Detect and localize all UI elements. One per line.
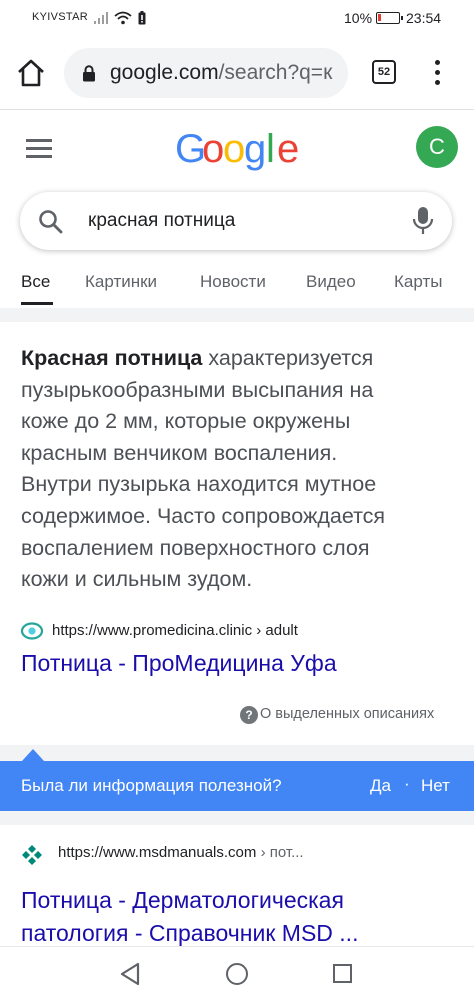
- status-bar: KYIVSTAR 10% 23:54: [0, 0, 474, 36]
- featured-snippet-text: Красная потница характеризуется пузырько…: [21, 343, 461, 596]
- tab-maps[interactable]: Карты: [394, 272, 442, 292]
- battery-icon: [376, 12, 403, 24]
- snippet-line: кожи и сильным зудом.: [21, 567, 253, 592]
- feedback-pointer: [22, 749, 44, 761]
- help-icon: ?: [240, 706, 258, 724]
- msd-favicon: [22, 845, 42, 865]
- microphone-icon[interactable]: [412, 206, 434, 236]
- search-icon[interactable]: [38, 209, 64, 235]
- carrier-name: KYIVSTAR: [32, 11, 88, 23]
- url-text: google.com/search?q=к: [110, 61, 333, 84]
- battery-percent: 10%: [344, 10, 373, 26]
- address-bar[interactable]: google.com/search?q=к: [64, 48, 348, 98]
- more-menu-icon[interactable]: [427, 58, 447, 88]
- system-nav-bar: [0, 946, 474, 1000]
- snippet-line: пузырькообразными высыпания на: [21, 377, 374, 402]
- snippet-line: Внутри пузырька находится мутное: [21, 472, 377, 497]
- source-url: https://www.msdmanuals.com › пот...: [58, 844, 304, 861]
- logo-letter: e: [277, 128, 299, 171]
- search-input[interactable]: красная потница: [88, 210, 235, 232]
- tab-images[interactable]: Картинки: [85, 272, 157, 292]
- snippet-line: красным венчиком воспаления.: [21, 440, 338, 465]
- logo-letter: l: [266, 128, 275, 171]
- feedback-separator: ·: [404, 774, 410, 793]
- wifi-icon: [114, 11, 132, 25]
- logo-letter: o: [202, 128, 224, 171]
- divider: [0, 308, 474, 322]
- search-box[interactable]: красная потница: [20, 192, 452, 250]
- signal-icon: [94, 12, 108, 24]
- logo-letter: o: [223, 128, 245, 171]
- promedicina-favicon: [21, 622, 43, 640]
- menu-icon[interactable]: [26, 139, 52, 159]
- tab-video[interactable]: Видео: [306, 272, 356, 292]
- snippet-line: воспалением поверхностного слоя: [21, 535, 370, 560]
- tab-switcher-button[interactable]: 52: [372, 60, 396, 84]
- logo-letter: g: [244, 128, 266, 171]
- result-title-link[interactable]: Потница - Дерматологическая патология - …: [21, 884, 461, 950]
- snippet-line: коже до 2 мм, которые окружены: [21, 409, 351, 434]
- snippet-line: Красная потница характеризуется: [21, 346, 374, 370]
- home-icon[interactable]: [14, 56, 48, 90]
- active-tab-indicator: [21, 302, 53, 305]
- result-title-link[interactable]: Потница - ПроМедицина Уфа: [21, 650, 337, 677]
- snippet-line: содержимое. Часто сопровождается: [21, 503, 386, 528]
- browser-toolbar: google.com/search?q=к 52: [0, 36, 474, 110]
- google-logo[interactable]: Goog l e: [175, 128, 299, 172]
- feedback-no-button[interactable]: Нет: [421, 776, 450, 796]
- feedback-bar: Была ли информация полезной? Да · Нет: [0, 749, 474, 811]
- recents-icon[interactable]: [333, 964, 352, 983]
- divider: [0, 745, 474, 761]
- clock: 23:54: [406, 10, 442, 26]
- tab-news[interactable]: Новости: [200, 272, 266, 292]
- back-icon[interactable]: [119, 962, 141, 986]
- lock-icon: [83, 65, 95, 82]
- avatar[interactable]: C: [416, 126, 458, 168]
- divider: [0, 811, 474, 825]
- home-button-icon[interactable]: [226, 963, 248, 985]
- feedback-yes-button[interactable]: Да: [370, 776, 391, 796]
- search-tabs: Все Картинки Новости Видео Карты: [0, 268, 474, 308]
- tab-all[interactable]: Все: [21, 272, 50, 292]
- feedback-question: Была ли информация полезной?: [21, 776, 282, 795]
- battery-saver-icon: [138, 11, 146, 25]
- source-url: https://www.promedicina.clinic › adult: [52, 622, 298, 639]
